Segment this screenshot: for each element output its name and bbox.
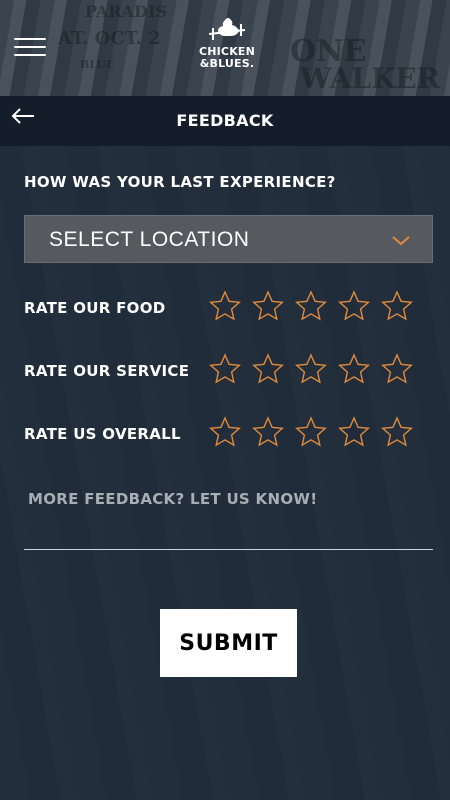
star-outline-icon[interactable] — [381, 290, 413, 322]
star-outline-icon[interactable] — [209, 353, 241, 385]
poster-text: PARADIS — [85, 2, 167, 21]
star-outline-icon[interactable] — [252, 290, 284, 322]
rating-row-service: RATE OUR SERVICE — [24, 353, 424, 389]
star-outline-icon[interactable] — [252, 416, 284, 448]
feedback-input[interactable]: MORE FEEDBACK? LET US KNOW! — [24, 482, 433, 550]
page-title: FEEDBACK — [176, 111, 274, 130]
star-outline-icon[interactable] — [209, 416, 241, 448]
star-outline-icon[interactable] — [295, 290, 327, 322]
brand-logo: CHICKEN &BLUES. — [192, 16, 262, 72]
star-outline-icon[interactable] — [252, 353, 284, 385]
location-select[interactable]: SELECT LOCATION — [24, 215, 433, 263]
title-bar: FEEDBACK — [0, 96, 450, 146]
feedback-placeholder: MORE FEEDBACK? LET US KNOW! — [28, 490, 318, 508]
star-outline-icon[interactable] — [209, 290, 241, 322]
poster-text: BLUE — [80, 58, 115, 71]
app-header: AT. OCT. 2 ONE WALKER PARADIS BLUE CHICK… — [0, 0, 450, 96]
star-outline-icon[interactable] — [295, 353, 327, 385]
rating-label-overall: RATE US OVERALL — [24, 425, 181, 443]
star-outline-icon[interactable] — [381, 416, 413, 448]
star-outline-icon[interactable] — [338, 353, 370, 385]
rating-row-food: RATE OUR FOOD — [24, 290, 424, 326]
chevron-down-icon — [392, 236, 410, 246]
star-outline-icon[interactable] — [381, 353, 413, 385]
location-select-value: SELECT LOCATION — [49, 228, 250, 251]
star-outline-icon[interactable] — [295, 416, 327, 448]
poster-text: WALKER — [300, 62, 441, 95]
rating-label-food: RATE OUR FOOD — [24, 299, 166, 317]
star-outline-icon[interactable] — [338, 290, 370, 322]
experience-question: HOW WAS YOUR LAST EXPERIENCE? — [24, 173, 336, 191]
star-outline-icon[interactable] — [338, 416, 370, 448]
chicken-icon — [208, 18, 246, 40]
rating-label-service: RATE OUR SERVICE — [24, 362, 190, 380]
rating-row-overall: RATE US OVERALL — [24, 416, 424, 452]
logo-line-2: &BLUES. — [199, 57, 255, 70]
poster-text: AT. OCT. 2 — [58, 28, 161, 49]
submit-button[interactable]: SUBMIT — [160, 609, 297, 677]
menu-button[interactable] — [14, 38, 46, 60]
hamburger-icon — [14, 38, 46, 56]
